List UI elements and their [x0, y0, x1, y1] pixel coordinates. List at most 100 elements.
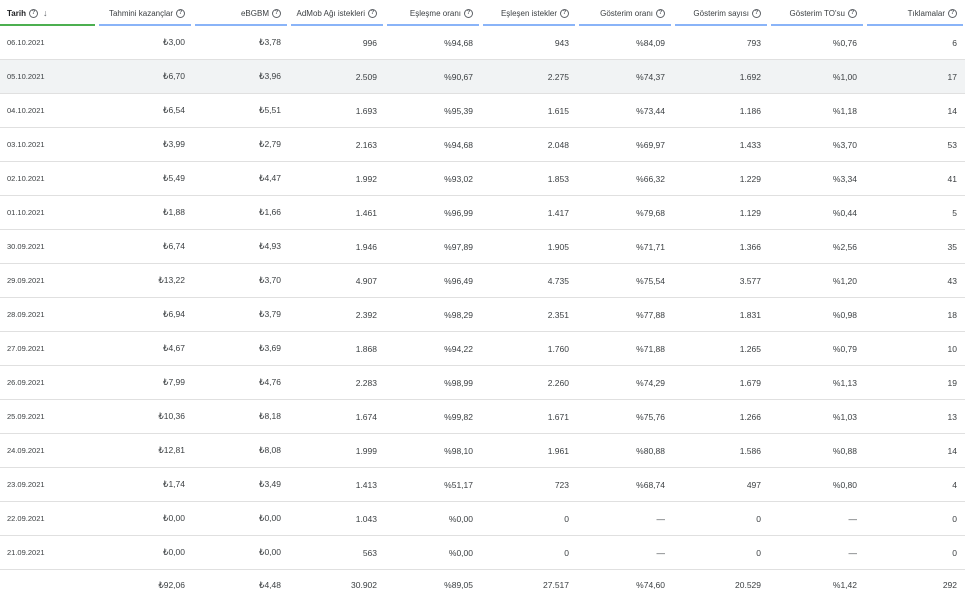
table-row[interactable]: 28.09.2021₺6,94₺3,792.392%98,292.351%77,… [0, 298, 965, 332]
help-icon[interactable]: ? [560, 9, 569, 18]
help-icon[interactable]: ? [272, 9, 281, 18]
cell-show-rate: %71,71 [577, 230, 673, 264]
cell-impression-ctr: %3,34 [769, 162, 865, 196]
total-admob-requests: 30.902 [289, 570, 385, 600]
cell-admob-requests: 2.392 [289, 298, 385, 332]
cell-date: 21.09.2021 [0, 536, 97, 570]
table-row[interactable]: 04.10.2021₺6,54₺5,511.693%95,391.615%73,… [0, 94, 965, 128]
cell-date: 04.10.2021 [0, 94, 97, 128]
column-header-content: Gösterim oranı? [600, 9, 665, 18]
column-indicator [771, 24, 863, 26]
cell-show-rate: %75,54 [577, 264, 673, 298]
column-indicator [483, 24, 575, 26]
table-row[interactable]: 29.09.2021₺13,22₺3,704.907%96,494.735%75… [0, 264, 965, 298]
table-row[interactable]: 05.10.2021₺6,70₺3,962.509%90,672.275%74,… [0, 60, 965, 94]
cell-impression-ctr: — [769, 536, 865, 570]
cell-ecpm: ₺5,51 [193, 94, 289, 128]
cell-impressions: 1.266 [673, 400, 769, 434]
cell-clicks: 18 [865, 298, 965, 332]
cell-clicks: 53 [865, 128, 965, 162]
table-body: 06.10.2021₺3,00₺3,78996%94,68943%84,0979… [0, 26, 965, 570]
cell-show-rate: %77,88 [577, 298, 673, 332]
column-header-content: Eşleşen istekler? [501, 9, 569, 18]
cell-ecpm: ₺4,47 [193, 162, 289, 196]
help-icon[interactable]: ? [29, 9, 38, 18]
column-indicator [675, 24, 767, 26]
cell-estimated-earnings: ₺0,00 [97, 502, 193, 536]
total-show-rate: %74,60 [577, 570, 673, 600]
column-header-impression-ctr[interactable]: Gösterim TO'su? [769, 0, 865, 26]
cell-clicks: 13 [865, 400, 965, 434]
cell-estimated-earnings: ₺6,74 [97, 230, 193, 264]
column-header-show-rate[interactable]: Gösterim oranı? [577, 0, 673, 26]
cell-impression-ctr: %0,79 [769, 332, 865, 366]
column-header-clicks[interactable]: Tıklamalar? [865, 0, 965, 26]
column-header-match-rate[interactable]: Eşleşme oranı? [385, 0, 481, 26]
cell-admob-requests: 2.163 [289, 128, 385, 162]
total-impression-ctr: %1,42 [769, 570, 865, 600]
table-row[interactable]: 25.09.2021₺10,36₺8,181.674%99,821.671%75… [0, 400, 965, 434]
cell-impression-ctr: %2,56 [769, 230, 865, 264]
table-row[interactable]: 21.09.2021₺0,00₺0,00563%0,000—0—0 [0, 536, 965, 570]
column-header-date[interactable]: Tarih?↓ [0, 0, 97, 26]
cell-matched-requests: 0 [481, 536, 577, 570]
cell-admob-requests: 1.043 [289, 502, 385, 536]
cell-admob-requests: 563 [289, 536, 385, 570]
help-icon[interactable]: ? [176, 9, 185, 18]
table-row[interactable]: 30.09.2021₺6,74₺4,931.946%97,891.905%71,… [0, 230, 965, 264]
table-row[interactable]: 02.10.2021₺5,49₺4,471.992%93,021.853%66,… [0, 162, 965, 196]
cell-impressions: 1.129 [673, 196, 769, 230]
cell-clicks: 19 [865, 366, 965, 400]
cell-estimated-earnings: ₺7,99 [97, 366, 193, 400]
cell-impressions: 497 [673, 468, 769, 502]
table-row[interactable]: 22.09.2021₺0,00₺0,001.043%0,000—0—0 [0, 502, 965, 536]
cell-clicks: 14 [865, 94, 965, 128]
help-icon[interactable]: ? [948, 9, 957, 18]
totals-row: ₺92,06₺4,4830.902%89,0527.517%74,6020.52… [0, 570, 965, 600]
table-row[interactable]: 27.09.2021₺4,67₺3,691.868%94,221.760%71,… [0, 332, 965, 366]
cell-impression-ctr: %0,76 [769, 26, 865, 60]
column-header-matched-requests[interactable]: Eşleşen istekler? [481, 0, 577, 26]
cell-estimated-earnings: ₺1,74 [97, 468, 193, 502]
help-icon[interactable]: ? [656, 9, 665, 18]
cell-admob-requests: 1.413 [289, 468, 385, 502]
cell-impression-ctr: — [769, 502, 865, 536]
total-ecpm: ₺4,48 [193, 570, 289, 600]
column-indicator [579, 24, 671, 26]
table-row[interactable]: 26.09.2021₺7,99₺4,762.283%98,992.260%74,… [0, 366, 965, 400]
column-header-admob-requests[interactable]: AdMob Ağı istekleri? [289, 0, 385, 26]
table-row[interactable]: 23.09.2021₺1,74₺3,491.413%51,17723%68,74… [0, 468, 965, 502]
column-header-impressions[interactable]: Gösterim sayısı? [673, 0, 769, 26]
table-row[interactable]: 24.09.2021₺12,81₺8,081.999%98,101.961%80… [0, 434, 965, 468]
cell-match-rate: %0,00 [385, 536, 481, 570]
cell-impressions: 1.692 [673, 60, 769, 94]
cell-ecpm: ₺4,93 [193, 230, 289, 264]
cell-show-rate: %80,88 [577, 434, 673, 468]
sorted-column-indicator [0, 24, 95, 26]
table-row[interactable]: 06.10.2021₺3,00₺3,78996%94,68943%84,0979… [0, 26, 965, 60]
cell-estimated-earnings: ₺1,88 [97, 196, 193, 230]
cell-date: 06.10.2021 [0, 26, 97, 60]
cell-date: 02.10.2021 [0, 162, 97, 196]
cell-ecpm: ₺3,49 [193, 468, 289, 502]
cell-impression-ctr: %0,44 [769, 196, 865, 230]
table-row[interactable]: 01.10.2021₺1,88₺1,661.461%96,991.417%79,… [0, 196, 965, 230]
help-icon[interactable]: ? [848, 9, 857, 18]
cell-match-rate: %98,10 [385, 434, 481, 468]
cell-matched-requests: 2.048 [481, 128, 577, 162]
column-header-estimated-earnings[interactable]: Tahmini kazançlar? [97, 0, 193, 26]
column-header-ecpm[interactable]: eBGBM? [193, 0, 289, 26]
help-icon[interactable]: ? [464, 9, 473, 18]
cell-date: 29.09.2021 [0, 264, 97, 298]
table-row[interactable]: 03.10.2021₺3,99₺2,792.163%94,682.048%69,… [0, 128, 965, 162]
cell-matched-requests: 1.417 [481, 196, 577, 230]
help-icon[interactable]: ? [752, 9, 761, 18]
sort-arrow-down-icon[interactable]: ↓ [43, 8, 48, 18]
cell-estimated-earnings: ₺12,81 [97, 434, 193, 468]
help-icon[interactable]: ? [368, 9, 377, 18]
report-table: Tarih?↓Tahmini kazançlar?eBGBM?AdMob Ağı… [0, 0, 965, 600]
cell-impressions: 1.265 [673, 332, 769, 366]
cell-impressions: 0 [673, 536, 769, 570]
column-header-content: Tahmini kazançlar? [109, 9, 185, 18]
column-header-label: eBGBM [241, 9, 269, 18]
